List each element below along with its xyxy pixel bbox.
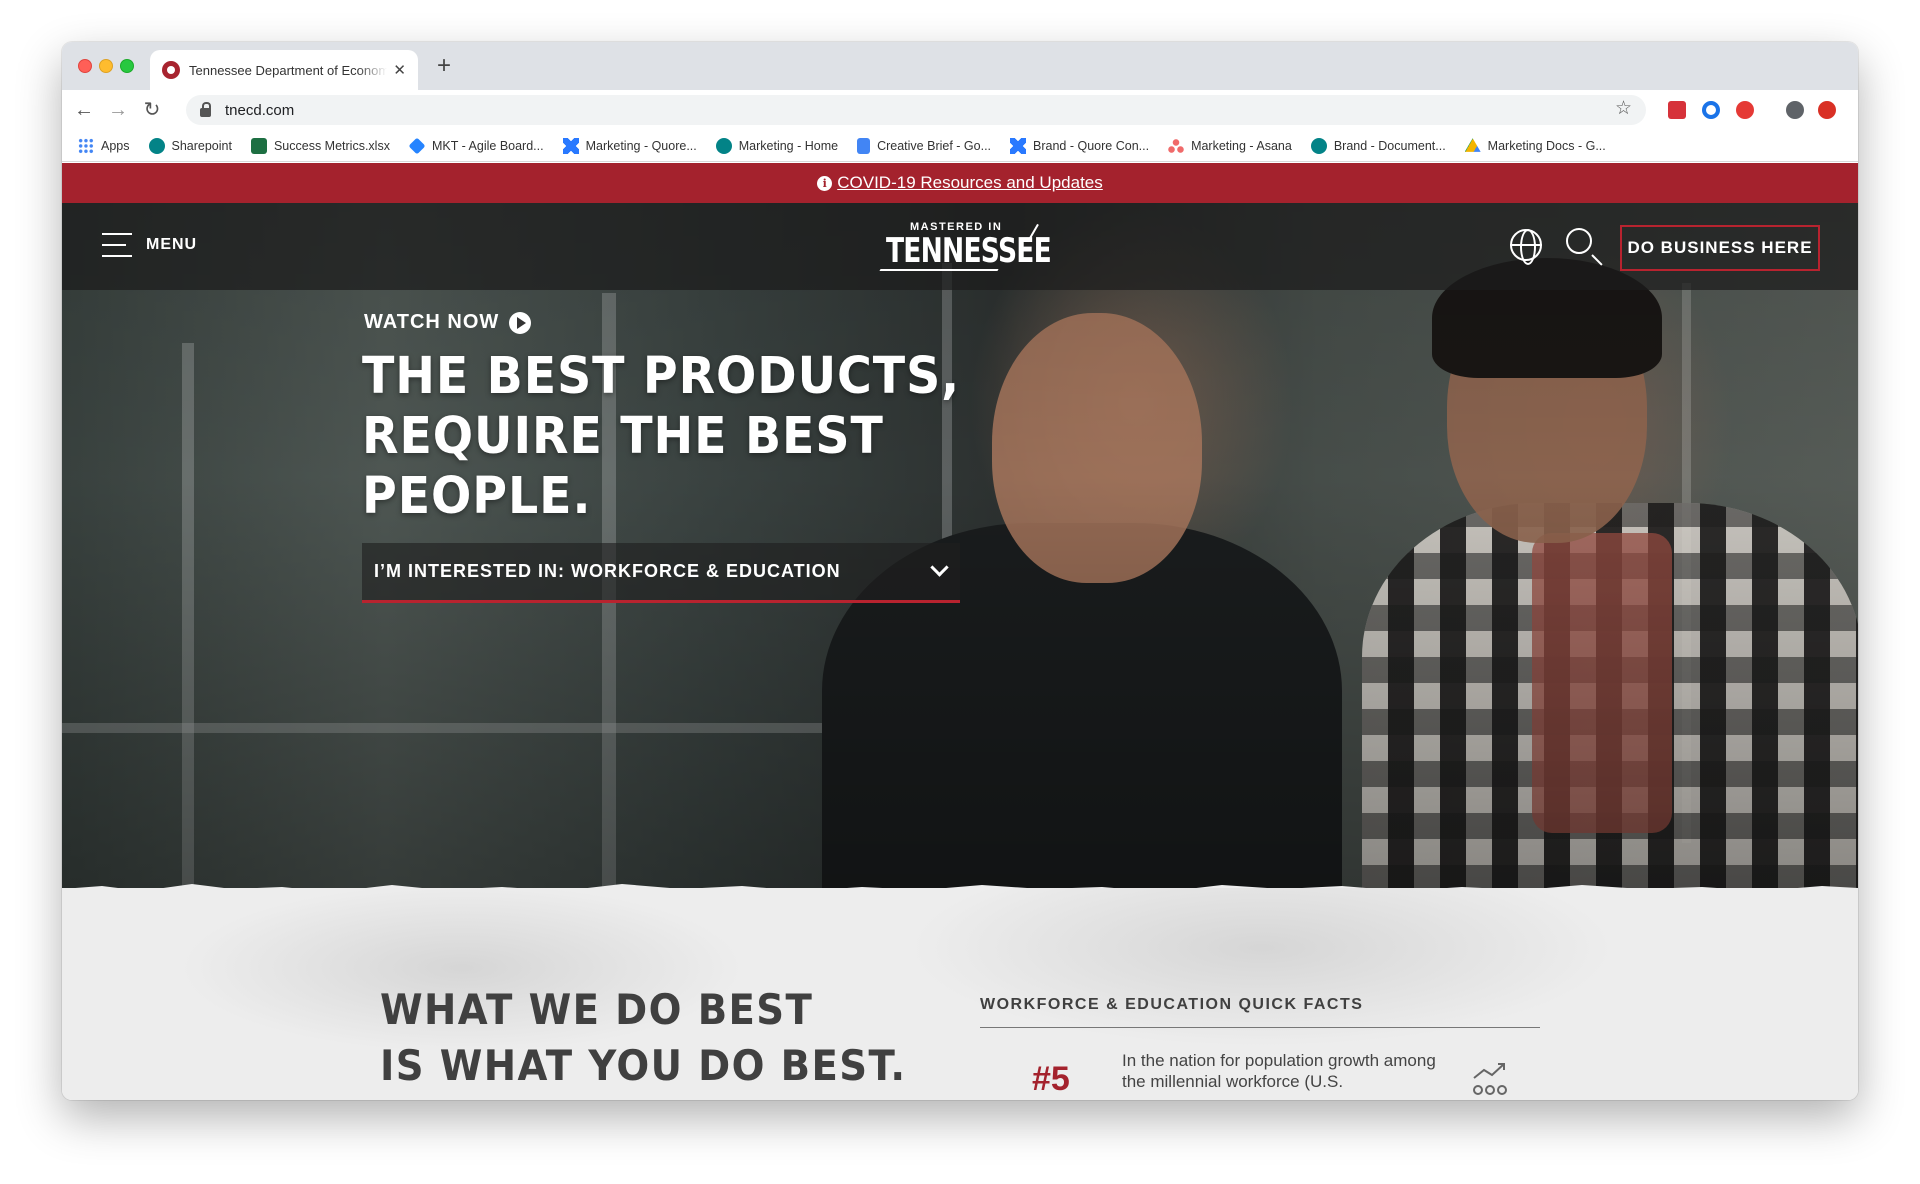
bookmark-brand-quore[interactable]: Brand - Quore Con... [1010, 137, 1149, 154]
quore-icon [562, 137, 579, 154]
bookmark-brand-document[interactable]: Brand - Document... [1310, 137, 1446, 154]
covid-link[interactable]: COVID-19 Resources and Updates [837, 173, 1103, 193]
search-icon[interactable] [1566, 228, 1592, 254]
logo-underline [879, 269, 999, 271]
quore-icon [1010, 137, 1027, 154]
extension-red-icon[interactable] [1668, 101, 1686, 119]
webpage: i COVID-19 Resources and Updates MENU MA… [62, 163, 1858, 1100]
bookmark-agile-board[interactable]: MKT - Agile Board... [408, 137, 544, 154]
extension-blocker-icon[interactable] [1736, 101, 1754, 119]
section-title: WHAT WE DO BEST IS WHAT YOU DO BEST. [380, 982, 952, 1094]
hero-headline-line: THE BEST PRODUCTS, [362, 347, 961, 406]
interest-dropdown[interactable]: I’M INTERESTED IN: WORKFORCE & EDUCATION [362, 543, 960, 603]
maximize-window-button[interactable] [120, 59, 134, 73]
tab-strip: Tennessee Department of Economic ✕ + [62, 42, 1858, 90]
globe-icon[interactable] [1510, 229, 1542, 265]
section-title-line: WHAT WE DO BEST [380, 985, 814, 1034]
excel-icon [250, 137, 267, 154]
hero-photo-overlay [62, 203, 1858, 888]
bookmarks-bar: Apps Sharepoint Success Metrics.xlsx MKT… [62, 130, 1858, 162]
quick-facts-divider [980, 1027, 1540, 1028]
hamburger-icon [102, 233, 132, 257]
covid-banner: i COVID-19 Resources and Updates [62, 163, 1858, 203]
extension-blue-ring-icon[interactable] [1702, 101, 1720, 119]
bookmark-marketing-home[interactable]: Marketing - Home [715, 137, 838, 154]
jira-icon [408, 137, 426, 154]
menu-button[interactable]: MENU [102, 233, 197, 257]
fact-description: In the nation for population growth amon… [1122, 1051, 1436, 1091]
tab-active[interactable]: Tennessee Department of Economic ✕ [150, 50, 418, 90]
do-business-here-button[interactable]: DO BUSINESS HERE [1620, 225, 1820, 271]
sharepoint-icon [715, 137, 732, 154]
what-we-do-section: WHAT WE DO BEST IS WHAT YOU DO BEST. WOR… [62, 888, 1858, 1100]
hero-headline: THE BEST PRODUCTS, REQUIRE THE BEST PEOP… [362, 347, 961, 527]
tab-close-icon[interactable]: ✕ [393, 61, 406, 79]
growth-chart-icon [1473, 1063, 1507, 1095]
asana-icon [1168, 137, 1185, 154]
play-icon [509, 311, 532, 334]
watch-now-label: WATCH NOW [364, 311, 500, 333]
bookmark-marketing-asana[interactable]: Marketing - Asana [1168, 137, 1292, 154]
tn-favicon-icon [162, 61, 180, 79]
site-header: MENU MASTERED IN TENNESSEE DO BUSINESS H… [62, 203, 1858, 290]
bookmark-creative-brief[interactable]: Creative Brief - Go... [857, 137, 991, 154]
section-title-line: IS WHAT YOU DO BEST. [380, 1041, 907, 1090]
bookmark-sharepoint[interactable]: Sharepoint [148, 137, 232, 154]
interest-dropdown-label: I’M INTERESTED IN: WORKFORCE & EDUCATION [374, 561, 841, 581]
chevron-down-icon [930, 558, 949, 577]
info-icon: i [817, 175, 833, 191]
quick-facts-heading: WORKFORCE & EDUCATION QUICK FACTS [980, 996, 1364, 1013]
bookmark-marketing-docs[interactable]: Marketing Docs - G... [1464, 138, 1606, 154]
fact-rank: #5 [1032, 1060, 1070, 1098]
url-text[interactable]: tnecd.com [225, 102, 294, 119]
address-bar[interactable]: tnecd.com ☆ [186, 95, 1646, 125]
google-docs-icon [857, 137, 871, 154]
new-tab-button[interactable]: + [430, 52, 458, 80]
sharepoint-icon [148, 137, 165, 154]
tab-title: Tennessee Department of Economic [189, 62, 388, 78]
bookmark-success-metrics[interactable]: Success Metrics.xlsx [250, 137, 390, 154]
hero-headline-line: REQUIRE THE BEST [362, 407, 884, 466]
logo-wordmark: TENNESSEE [886, 231, 1052, 271]
sharepoint-icon [1310, 137, 1327, 154]
browser-toolbar: ← → ↻ tnecd.com ☆ [62, 90, 1858, 130]
lock-icon [200, 101, 211, 117]
watch-now-link[interactable]: WATCH NOW [364, 311, 532, 334]
update-menu-icon[interactable] [1818, 101, 1836, 119]
hero-headline-line: PEOPLE. [362, 467, 592, 526]
menu-label: MENU [146, 236, 198, 253]
close-window-button[interactable] [78, 59, 92, 73]
browser-window: Tennessee Department of Economic ✕ + ← →… [62, 42, 1858, 1100]
reload-icon[interactable]: ↻ [138, 96, 166, 124]
bookmark-star-icon[interactable]: ☆ [1615, 97, 1632, 120]
apps-grid-icon [78, 137, 94, 154]
minimize-window-button[interactable] [99, 59, 113, 73]
profile-avatar-icon[interactable] [1786, 101, 1804, 119]
google-drive-icon [1464, 138, 1481, 152]
forward-arrow-icon[interactable]: → [104, 96, 132, 124]
bookmark-apps[interactable]: Apps [78, 137, 130, 154]
site-logo[interactable]: MASTERED IN TENNESSEE [879, 221, 1052, 273]
hero-section: MENU MASTERED IN TENNESSEE DO BUSINESS H… [62, 203, 1858, 888]
bookmark-marketing-quore[interactable]: Marketing - Quore... [562, 137, 697, 154]
back-arrow-icon[interactable]: ← [70, 96, 98, 124]
